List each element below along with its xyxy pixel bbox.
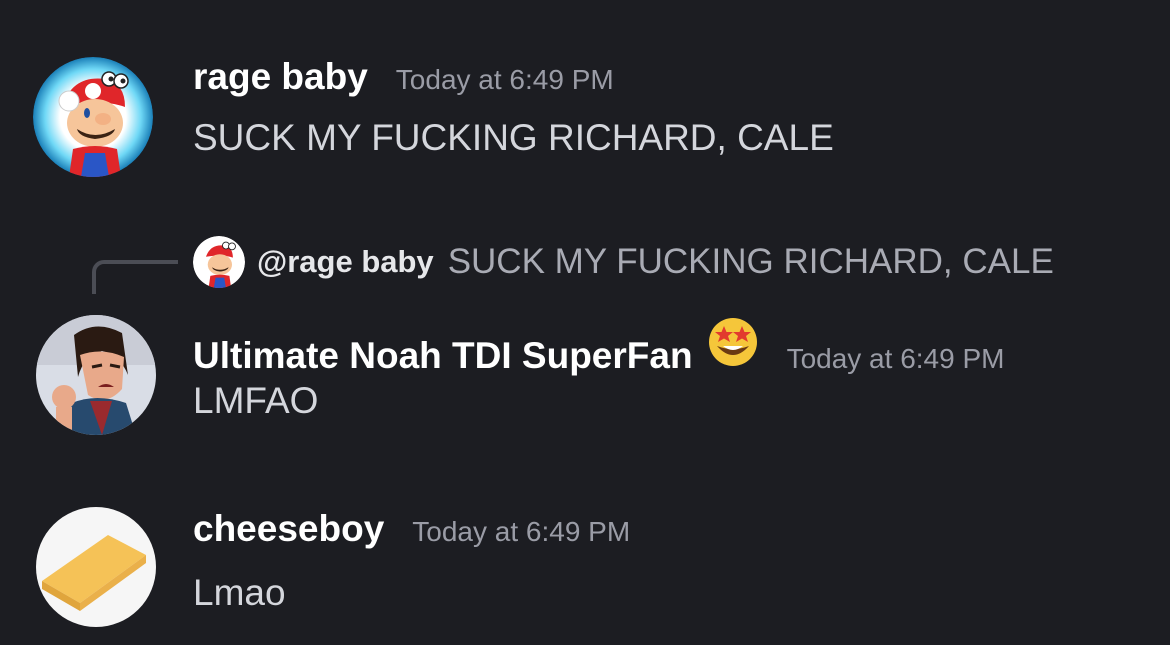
reply-mention[interactable]: @rage baby <box>257 244 434 280</box>
timestamp: Today at 6:49 PM <box>786 343 1005 374</box>
username[interactable]: rage baby <box>193 56 368 98</box>
username[interactable]: Ultimate Noah TDI SuperFan <box>193 335 693 377</box>
username[interactable]: cheeseboy <box>193 508 384 550</box>
message-header: cheeseboy Today at 6:49 PM <box>193 508 630 550</box>
timestamp: Today at 6:49 PM <box>395 64 614 95</box>
cheese-avatar-icon[interactable] <box>36 507 156 627</box>
reply-preview-text: SUCK MY FUCKING RICHARD, CALE <box>447 242 1054 281</box>
message-content: LMFAO <box>193 380 319 421</box>
reply-preview[interactable]: @rage baby SUCK MY FUCKING RICHARD, CALE <box>193 236 1054 288</box>
star-struck-emoji-icon <box>707 316 759 368</box>
message-header: Ultimate Noah TDI SuperFan Today at 6:49… <box>193 316 1004 377</box>
message-content: SUCK MY FUCKING RICHARD, CALE <box>193 117 834 158</box>
message-header: rage baby Today at 6:49 PM <box>193 56 614 98</box>
reply-spine <box>92 260 178 294</box>
message-content: Lmao <box>193 572 286 613</box>
timestamp: Today at 6:49 PM <box>412 516 631 547</box>
mario-avatar-icon <box>193 236 245 288</box>
mario-avatar-icon[interactable] <box>33 57 153 177</box>
chat-message-list: rage baby Today at 6:49 PM SUCK MY FUCKI… <box>0 0 1170 645</box>
cartoon-character-avatar-icon[interactable] <box>36 315 156 435</box>
